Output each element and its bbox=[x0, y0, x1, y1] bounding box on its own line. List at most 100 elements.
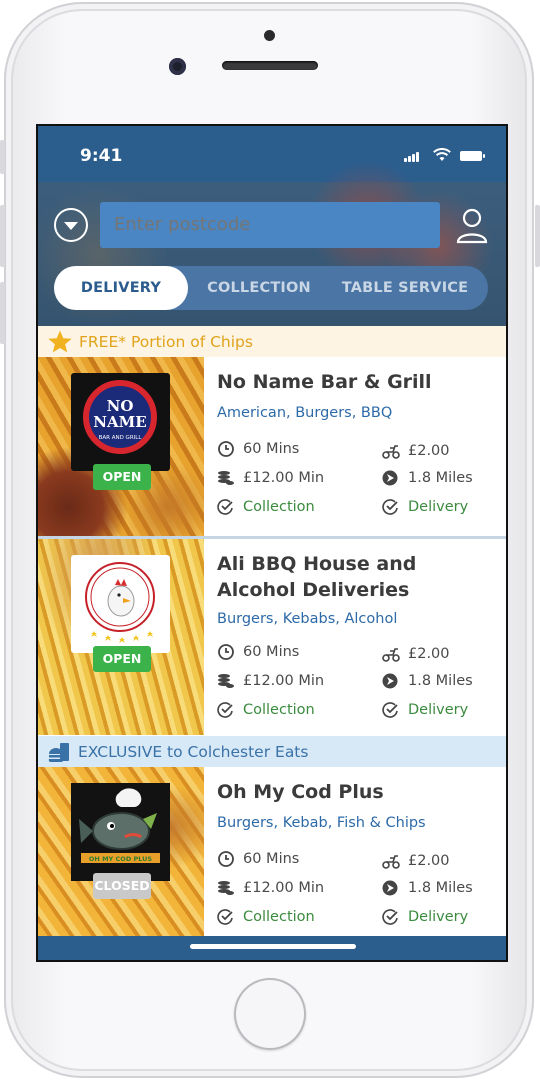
min-order: £12.00 Min bbox=[217, 880, 324, 896]
distance: 1.8 Miles bbox=[382, 673, 473, 689]
restaurant-photo: OPEN bbox=[38, 539, 204, 735]
postcode-input[interactable] bbox=[100, 202, 440, 248]
promo-text: FREE* Portion of Chips bbox=[79, 332, 253, 351]
proximity-sensor bbox=[264, 30, 275, 41]
status-badge: OPEN bbox=[93, 464, 151, 490]
clock-icon bbox=[218, 644, 234, 660]
collection-text: Collection bbox=[243, 499, 315, 515]
delivery-time-text: 60 Mins bbox=[243, 441, 300, 457]
power-button bbox=[535, 205, 540, 267]
star-icon bbox=[48, 330, 72, 352]
collection-available: Collection bbox=[217, 499, 315, 515]
check-circle-icon bbox=[217, 909, 233, 925]
delivery-time: 60 Mins bbox=[217, 851, 299, 867]
delivery-time: 60 Mins bbox=[217, 644, 299, 660]
restaurant-logo: NO NAME BAR AND GRILL bbox=[71, 373, 170, 471]
collection-text: Collection bbox=[243, 909, 315, 925]
restaurant-card[interactable]: OPEN Ali BBQ House and Alcohol Deliverie… bbox=[38, 539, 506, 735]
service-tabs: DELIVERY COLLECTION TABLE SERVICE bbox=[54, 266, 488, 310]
fish-logo: OH MY COD PLUS bbox=[71, 783, 170, 881]
restaurant-cuisine: American, Burgers, BBQ bbox=[217, 405, 393, 421]
min-order-text: £12.00 Min bbox=[243, 470, 325, 486]
delivery-available: Delivery bbox=[382, 909, 468, 925]
promo-banner-exclusive[interactable]: EXCLUSIVE to Colchester Eats bbox=[38, 736, 506, 767]
wifi-icon bbox=[433, 148, 451, 161]
delivery-time: 60 Mins bbox=[217, 441, 299, 457]
distance-text: 1.8 Miles bbox=[408, 880, 473, 896]
coins-icon bbox=[218, 471, 234, 485]
min-order: £12.00 Min bbox=[217, 673, 324, 689]
restaurant-name: No Name Bar & Grill bbox=[217, 371, 432, 393]
logo-text-name: NAME bbox=[93, 413, 146, 431]
min-order: £12.00 Min bbox=[217, 470, 324, 486]
clock-icon bbox=[218, 851, 234, 867]
status-time: 9:41 bbox=[80, 146, 123, 166]
check-circle-icon bbox=[382, 499, 398, 515]
status-badge: CLOSED bbox=[93, 873, 151, 899]
restaurant-logo bbox=[71, 555, 170, 653]
restaurant-card[interactable]: NO NAME BAR AND GRILL OPEN No Name Bar &… bbox=[38, 357, 506, 538]
app-screen: 9:41 DELIVERY COLLECTION TABLE SERVICE F… bbox=[36, 124, 508, 962]
home-button[interactable] bbox=[234, 978, 306, 1050]
header-banner: 9:41 DELIVERY COLLECTION TABLE SERVICE bbox=[38, 126, 506, 326]
food-icon bbox=[48, 742, 69, 762]
distance: 1.8 Miles bbox=[382, 880, 473, 896]
logo-badge: NO NAME BAR AND GRILL bbox=[83, 380, 157, 454]
logo-text: OH MY COD PLUS bbox=[89, 855, 153, 863]
collection-available: Collection bbox=[217, 909, 315, 925]
tab-delivery[interactable]: DELIVERY bbox=[54, 266, 188, 310]
restaurant-photo: OH MY COD PLUS CLOSED bbox=[38, 767, 204, 936]
delivery-time-text: 60 Mins bbox=[243, 851, 300, 867]
home-indicator[interactable] bbox=[190, 944, 356, 949]
delivery-time-text: 60 Mins bbox=[243, 644, 300, 660]
location-arrow-icon bbox=[382, 673, 398, 689]
distance-text: 1.8 Miles bbox=[408, 673, 473, 689]
check-circle-icon bbox=[382, 702, 398, 718]
battery-icon bbox=[460, 151, 485, 161]
distance: 1.8 Miles bbox=[382, 470, 473, 486]
delivery-fee-text: £2.00 bbox=[408, 646, 450, 662]
distance-text: 1.8 Miles bbox=[408, 470, 473, 486]
check-circle-icon bbox=[382, 909, 398, 925]
volume-up-button bbox=[0, 205, 5, 267]
user-icon[interactable] bbox=[456, 208, 488, 244]
delivery-fee: £2.00 bbox=[382, 853, 450, 869]
mute-switch bbox=[0, 140, 5, 174]
earpiece-speaker bbox=[222, 61, 318, 70]
tab-table-service[interactable]: TABLE SERVICE bbox=[328, 266, 482, 310]
collection-text: Collection bbox=[243, 702, 315, 718]
delivery-fee: £2.00 bbox=[382, 646, 450, 662]
scooter-icon bbox=[382, 855, 400, 869]
volume-down-button bbox=[0, 282, 5, 344]
delivery-text: Delivery bbox=[408, 702, 469, 718]
restaurant-cuisine: Burgers, Kebabs, Alcohol bbox=[217, 611, 398, 627]
scooter-icon bbox=[382, 445, 400, 459]
restaurant-photo: NO NAME BAR AND GRILL OPEN bbox=[38, 357, 204, 538]
check-circle-icon bbox=[217, 702, 233, 718]
delivery-fee-text: £2.00 bbox=[408, 443, 450, 459]
promo-text: EXCLUSIVE to Colchester Eats bbox=[78, 742, 309, 761]
restaurant-name: Ali BBQ House and Alcohol Deliveries bbox=[217, 553, 417, 601]
restaurant-card[interactable]: OH MY COD PLUS CLOSED Oh My Cod Plus Bur… bbox=[38, 767, 506, 936]
status-badge: OPEN bbox=[93, 646, 151, 672]
min-order-text: £12.00 Min bbox=[243, 673, 325, 689]
coins-icon bbox=[218, 674, 234, 688]
delivery-fee: £2.00 bbox=[382, 443, 450, 459]
delivery-fee-text: £2.00 bbox=[408, 853, 450, 869]
promo-banner-chips[interactable]: FREE* Portion of Chips bbox=[38, 326, 506, 357]
location-arrow-icon bbox=[382, 880, 398, 896]
logo-text-sub: BAR AND GRILL bbox=[99, 435, 143, 441]
clock-icon bbox=[218, 441, 234, 457]
location-arrow-icon bbox=[382, 470, 398, 486]
chevron-down-icon[interactable] bbox=[54, 208, 88, 242]
delivery-text: Delivery bbox=[408, 909, 469, 925]
delivery-available: Delivery bbox=[382, 499, 468, 515]
restaurant-logo: OH MY COD PLUS bbox=[71, 783, 170, 881]
collection-available: Collection bbox=[217, 702, 315, 718]
front-camera bbox=[169, 58, 186, 75]
restaurant-name: Oh My Cod Plus bbox=[217, 781, 384, 803]
delivery-text: Delivery bbox=[408, 499, 469, 515]
restaurant-cuisine: Burgers, Kebab, Fish & Chips bbox=[217, 815, 426, 831]
tab-collection[interactable]: COLLECTION bbox=[194, 266, 324, 310]
chicken-logo bbox=[85, 562, 155, 643]
